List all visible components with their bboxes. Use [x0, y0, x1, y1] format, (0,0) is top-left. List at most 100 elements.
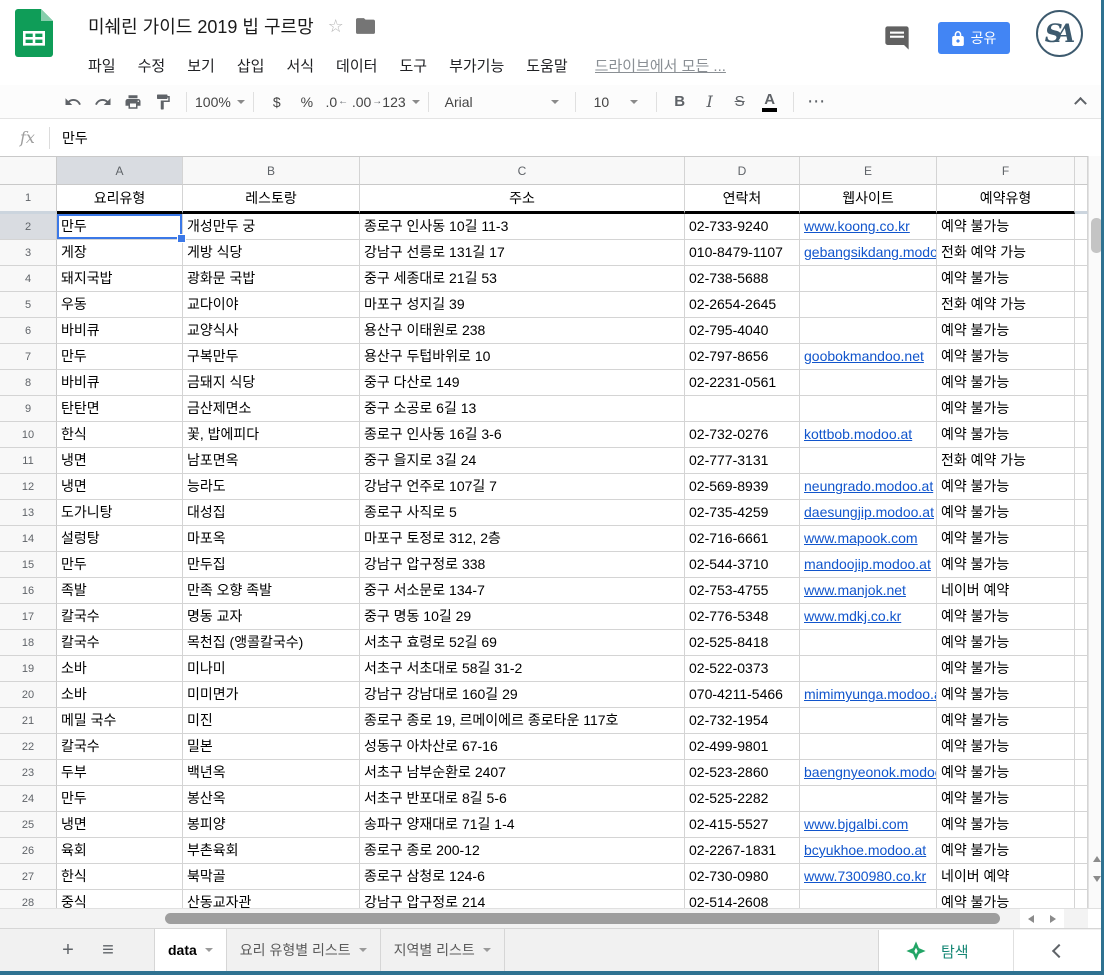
cell-website[interactable]: bcyukhoe.modoo.at — [800, 838, 937, 864]
cell-partial[interactable] — [1075, 578, 1088, 604]
row-number[interactable]: 14 — [0, 526, 57, 552]
cell-address[interactable]: 종로구 삼청로 124-6 — [360, 864, 685, 890]
cell-phone[interactable]: 02-735-4259 — [685, 500, 800, 526]
website-link[interactable]: baengnyeonok.modoo.at — [804, 764, 937, 780]
cell-website[interactable] — [800, 656, 937, 682]
cell-cuisine[interactable]: 냉면 — [57, 474, 183, 500]
cell-cuisine[interactable]: 우동 — [57, 292, 183, 318]
cell-partial[interactable] — [1075, 474, 1088, 500]
website-link[interactable]: www.7300980.co.kr — [804, 868, 926, 884]
row-number[interactable]: 19 — [0, 656, 57, 682]
comments-button[interactable] — [883, 24, 911, 57]
cell-website[interactable]: daesungjip.modoo.at — [800, 500, 937, 526]
row-number[interactable]: 27 — [0, 864, 57, 890]
cell-restaurant[interactable]: 미미면가 — [183, 682, 360, 708]
undo-icon[interactable] — [58, 89, 88, 115]
cell-reservation[interactable]: 예약 불가능 — [937, 396, 1075, 422]
formula-input[interactable]: 만두 — [62, 128, 88, 148]
column-header-f[interactable]: F — [937, 157, 1075, 185]
horizontal-scrollbar-thumb[interactable] — [165, 913, 1000, 924]
cell-reservation[interactable]: 네이버 예약 — [937, 578, 1075, 604]
cell-reservation[interactable]: 예약 불가능 — [937, 838, 1075, 864]
sheet-tab-menu-icon[interactable] — [359, 948, 367, 952]
cell-website[interactable]: www.manjok.net — [800, 578, 937, 604]
menu-file[interactable]: 파일 — [77, 55, 127, 76]
cell-address[interactable]: 마포구 성지길 39 — [360, 292, 685, 318]
row-number[interactable]: 20 — [0, 682, 57, 708]
cell-reservation[interactable]: 예약 불가능 — [937, 266, 1075, 292]
scroll-left-button[interactable] — [1020, 909, 1042, 929]
cell-partial[interactable] — [1075, 500, 1088, 526]
cell-partial[interactable] — [1075, 604, 1088, 630]
cell-website[interactable]: www.mapook.com — [800, 526, 937, 552]
redo-icon[interactable] — [88, 89, 118, 115]
column-header-e[interactable]: E — [800, 157, 937, 185]
cell-address[interactable]: 서초구 남부순환로 2407 — [360, 760, 685, 786]
cell-reservation[interactable]: 전화 예약 가능 — [937, 240, 1075, 266]
select-all-corner[interactable] — [0, 157, 57, 185]
cell-reservation[interactable]: 예약 불가능 — [937, 500, 1075, 526]
cell-partial[interactable] — [1075, 786, 1088, 812]
menu-format[interactable]: 서식 — [275, 55, 325, 76]
cell-cuisine[interactable]: 만두 — [57, 214, 183, 240]
cell-phone[interactable]: 02-544-3710 — [685, 552, 800, 578]
cell-restaurant[interactable]: 목천집 (앵콜칼국수) — [183, 630, 360, 656]
cell-website[interactable]: www.koong.co.kr — [800, 214, 937, 240]
cell-address[interactable]: 강남구 선릉로 131길 17 — [360, 240, 685, 266]
cell-address[interactable]: 중구 을지로 3길 24 — [360, 448, 685, 474]
cell-phone[interactable]: 02-732-1954 — [685, 708, 800, 734]
row-number[interactable]: 22 — [0, 734, 57, 760]
cell-reservation[interactable]: 예약 불가능 — [937, 526, 1075, 552]
cell-address[interactable]: 종로구 인사동 16길 3-6 — [360, 422, 685, 448]
cell-phone[interactable]: 02-2267-1831 — [685, 838, 800, 864]
cell-address[interactable]: 종로구 사직로 5 — [360, 500, 685, 526]
website-link[interactable]: gebangsikdang.modoo.at — [804, 244, 937, 260]
cell-phone[interactable]: 02-777-3131 — [685, 448, 800, 474]
cell-website[interactable]: gebangsikdang.modoo.at — [800, 240, 937, 266]
cell-phone[interactable]: 02-2654-2645 — [685, 292, 800, 318]
cell-cuisine[interactable]: 냉면 — [57, 448, 183, 474]
cell-phone[interactable] — [685, 396, 800, 422]
cell-cuisine[interactable]: 중식 — [57, 890, 183, 908]
cell-partial[interactable] — [1075, 734, 1088, 760]
strikethrough-button[interactable]: S — [725, 89, 755, 115]
cell-phone[interactable]: 02-2231-0561 — [685, 370, 800, 396]
increase-decimal-button[interactable]: .00→ — [352, 89, 382, 115]
column-header-partial[interactable] — [1075, 157, 1088, 185]
cell-website[interactable] — [800, 708, 937, 734]
cell-partial[interactable] — [1075, 344, 1088, 370]
cell-restaurant[interactable]: 금산제면소 — [183, 396, 360, 422]
cell-restaurant[interactable]: 개성만두 궁 — [183, 214, 360, 240]
cell-partial[interactable] — [1075, 708, 1088, 734]
cell-restaurant[interactable]: 대성집 — [183, 500, 360, 526]
text-color-button[interactable]: A — [755, 89, 785, 115]
column-header-a[interactable]: A — [57, 157, 183, 185]
cell-restaurant[interactable]: 미나미 — [183, 656, 360, 682]
row-number[interactable]: 3 — [0, 240, 57, 266]
cell-address[interactable]: 용산구 이태원로 238 — [360, 318, 685, 344]
cell-reservation[interactable]: 예약 불가능 — [937, 682, 1075, 708]
cell-phone[interactable]: 02-797-8656 — [685, 344, 800, 370]
cell-restaurant[interactable]: 꽃, 밥에피다 — [183, 422, 360, 448]
website-link[interactable]: neungrado.modoo.at — [804, 478, 933, 494]
cell-website[interactable]: neungrado.modoo.at — [800, 474, 937, 500]
website-link[interactable]: www.bjgalbi.com — [804, 816, 908, 832]
website-link[interactable]: mimimyunga.modoo.at — [804, 686, 937, 702]
row-number[interactable]: 10 — [0, 422, 57, 448]
menu-help[interactable]: 도움말 — [515, 55, 578, 76]
cell-partial[interactable] — [1075, 812, 1088, 838]
cell-cuisine[interactable]: 메밀 국수 — [57, 708, 183, 734]
website-link[interactable]: goobokmandoo.net — [804, 348, 924, 364]
cell-reservation[interactable]: 예약 불가능 — [937, 812, 1075, 838]
website-link[interactable]: bcyukhoe.modoo.at — [804, 842, 926, 858]
cell-address[interactable]: 종로구 종로 200-12 — [360, 838, 685, 864]
cell-phone[interactable]: 02-525-8418 — [685, 630, 800, 656]
cell-reservation[interactable]: 네이버 예약 — [937, 864, 1075, 890]
header-cell[interactable]: 레스토랑 — [183, 185, 360, 214]
cell-phone[interactable]: 02-776-5348 — [685, 604, 800, 630]
cell-website[interactable]: kottbob.modoo.at — [800, 422, 937, 448]
cell-reservation[interactable]: 예약 불가능 — [937, 214, 1075, 240]
website-link[interactable]: www.mdkj.co.kr — [804, 608, 901, 624]
row-number[interactable]: 13 — [0, 500, 57, 526]
cell-phone[interactable]: 02-753-4755 — [685, 578, 800, 604]
